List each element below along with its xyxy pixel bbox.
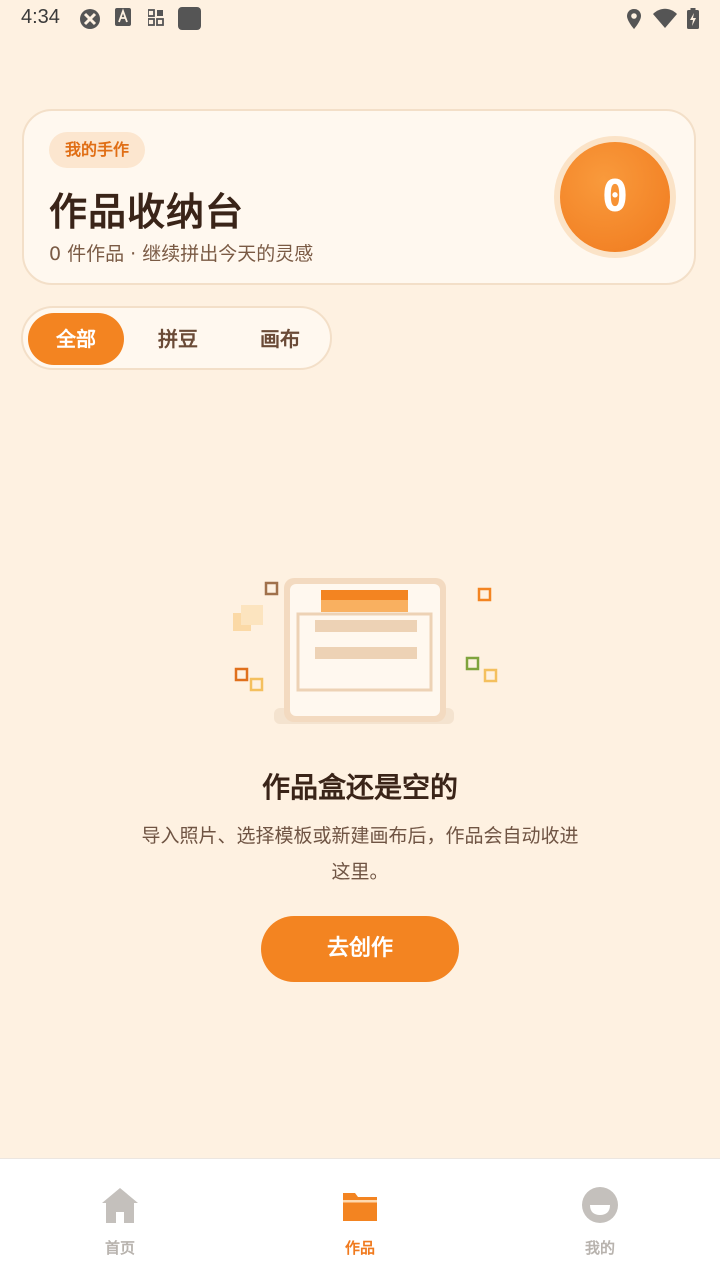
wifi-icon: [653, 8, 677, 28]
nav-profile-label: 我的: [584, 1239, 615, 1257]
page-title: 作品收纳台: [49, 190, 245, 234]
works-count-ring: 0: [554, 136, 676, 258]
font-notification-icon: [115, 8, 131, 26]
bottom-navigation: 首页 作品 我的: [0, 1158, 720, 1281]
works-summary-card: 我的手作 作品收纳台 0 件作品 · 继续拼出今天的灵感 0: [22, 109, 696, 285]
nav-home-label: 首页: [104, 1239, 135, 1257]
works-count-value: 0: [560, 142, 670, 252]
status-bar: 4:34: [0, 0, 720, 38]
go-create-button[interactable]: 去创作: [261, 916, 459, 982]
app-notification-icon: [80, 9, 100, 29]
status-time: 4:34: [21, 6, 60, 28]
my-crafts-badge: 我的手作: [49, 132, 146, 168]
nav-profile[interactable]: 我的: [480, 1159, 720, 1281]
empty-state-description: 导入照片、选择模板或新建画布后，作品会自动收进这里。: [141, 825, 579, 883]
empty-box-illustration: [233, 578, 498, 724]
qr-notification-icon: [148, 9, 164, 26]
tab-beads[interactable]: 拼豆: [130, 313, 226, 365]
app-square-icon: [178, 7, 201, 30]
folder-icon: [343, 1193, 377, 1221]
tab-canvas[interactable]: 画布: [232, 313, 328, 365]
filter-tabs: 全部 拼豆 画布: [21, 306, 332, 370]
profile-icon: [582, 1187, 618, 1223]
battery-icon: [687, 8, 699, 29]
works-count-subtitle: 0 件作品 · 继续拼出今天的灵感: [49, 243, 314, 265]
tab-all[interactable]: 全部: [28, 313, 124, 365]
home-icon: [102, 1188, 138, 1223]
nav-works[interactable]: 作品: [240, 1159, 480, 1281]
nav-home[interactable]: 首页: [0, 1159, 240, 1281]
empty-state-title: 作品盒还是空的: [261, 771, 458, 804]
nav-works-label: 作品: [344, 1239, 375, 1257]
location-icon: [627, 9, 641, 29]
